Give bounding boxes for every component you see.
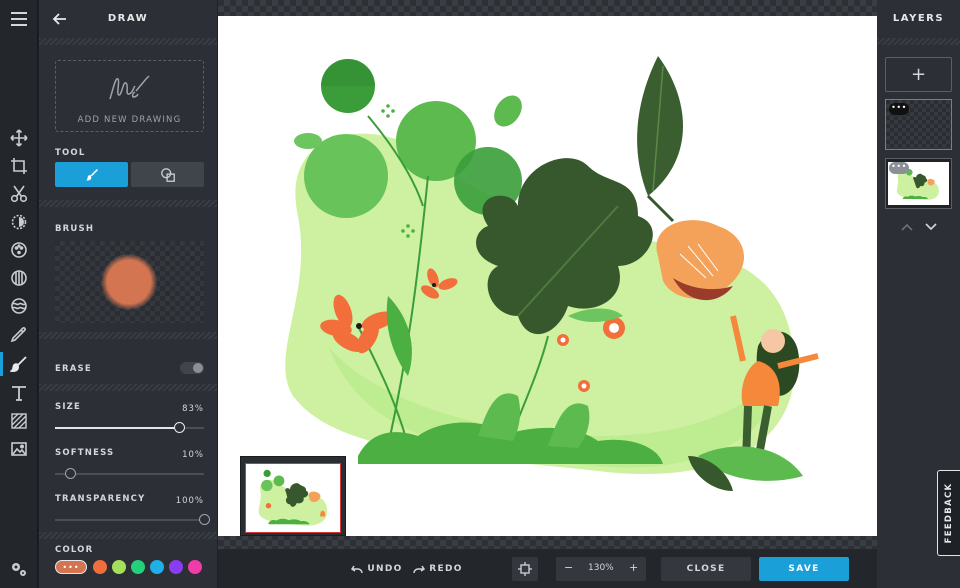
erase-toggle[interactable] [180,362,204,374]
add-layer-button[interactable]: + [885,57,952,92]
zoom-control: − 130% + [556,557,646,581]
size-label: SIZE [55,402,82,412]
save-button[interactable]: SAVE [759,557,849,581]
navigator-viewport[interactable] [245,463,341,533]
move-icon[interactable] [0,124,38,152]
divider [877,38,960,45]
color-swatch[interactable] [112,560,126,574]
color-swatch[interactable] [93,560,107,574]
zoom-in-button[interactable]: + [629,561,638,574]
left-toolbar [0,0,38,588]
transparency-value: 100% [175,496,204,506]
size-value: 83% [182,404,204,414]
undo-icon [351,565,364,574]
transparency-slider-knob[interactable] [199,514,210,525]
erase-label: ERASE [55,364,92,374]
tool-label: TOOL [55,148,86,158]
effects-icon[interactable] [0,236,38,264]
brush-label: BRUSH [55,224,95,234]
distort-icon[interactable] [0,292,38,320]
layer-order-controls [895,220,943,234]
zoom-value: 130% [588,563,614,573]
move-layer-up-icon[interactable] [900,222,914,232]
add-new-drawing-label: ADD NEW DRAWING [77,115,182,125]
move-layer-down-icon[interactable] [924,222,938,232]
layer-options-button[interactable]: ••• [889,103,909,115]
settings-icon[interactable] [0,555,38,583]
transparency-label: TRANSPARENCY [55,494,146,504]
fit-to-screen-button[interactable] [512,557,538,581]
brush-preview-dot [101,254,157,310]
brush-preview [55,241,204,323]
color-swatch[interactable] [131,560,145,574]
softness-value: 10% [182,450,204,460]
text-icon[interactable] [0,379,38,407]
draw-panel: DRAW ADD NEW DRAWING TOOL BRUSH ERASE SI… [39,0,217,588]
filter-icon[interactable] [0,264,38,292]
current-color-swatch[interactable]: ••• [55,560,87,574]
divider [39,200,217,207]
feedback-label: FEEDBACK [944,482,954,544]
cut-icon[interactable] [0,180,38,208]
panel-header: DRAW [39,0,217,38]
close-button[interactable]: CLOSE [661,557,751,581]
softness-label: SOFTNESS [55,448,115,458]
dropper-icon[interactable] [0,320,38,348]
color-swatches: ••• [55,559,207,575]
redo-label: REDO [429,564,463,574]
canvas-navigator[interactable] [240,456,346,536]
zoom-out-button[interactable]: − [564,561,573,574]
size-slider-knob[interactable] [173,422,185,433]
add-new-drawing-button[interactable]: ADD NEW DRAWING [55,60,204,132]
layers-title: LAYERS [892,13,945,24]
color-swatch[interactable] [188,560,202,574]
brush-icon [85,168,98,181]
color-swatch[interactable] [150,560,164,574]
image-icon[interactable] [0,435,38,463]
redo-icon [413,565,426,574]
feedback-tab[interactable]: FEEDBACK [937,470,960,556]
shapes-icon [160,167,175,182]
undo-label: UNDO [367,564,403,574]
canvas-workspace [218,0,877,588]
shape-tool-button[interactable] [131,162,204,187]
divider [39,38,217,45]
transparency-slider[interactable] [55,513,210,527]
layer-drawing[interactable]: ••• [885,99,952,150]
navigator-thumbnail [258,469,328,526]
layer-background[interactable]: ••• [885,158,952,209]
size-slider[interactable] [55,421,204,435]
redo-button[interactable]: REDO [412,557,464,581]
undo-button[interactable]: UNDO [350,557,404,581]
color-label: COLOR [55,545,94,555]
softness-slider-knob[interactable] [64,468,76,479]
divider [39,332,217,339]
divider [39,384,217,391]
panel-title: DRAW [107,13,149,24]
layer-options-button[interactable]: ••• [889,162,909,174]
adjust-icon[interactable] [0,208,38,236]
crop-icon[interactable] [0,152,38,180]
softness-slider[interactable] [55,467,204,481]
texture-icon[interactable] [0,407,38,435]
bottom-bar: UNDO REDO − 130% + CLOSE SAVE [218,549,877,588]
draw-icon[interactable] [0,350,38,378]
squiggle-brush-icon [109,75,150,100]
color-swatch[interactable] [169,560,183,574]
photo-editor: DRAW ADD NEW DRAWING TOOL BRUSH ERASE SI… [0,0,960,588]
divider [39,532,217,539]
fit-screen-icon [518,562,532,576]
menu-icon[interactable] [0,0,38,38]
brush-tool-button[interactable] [55,162,128,187]
